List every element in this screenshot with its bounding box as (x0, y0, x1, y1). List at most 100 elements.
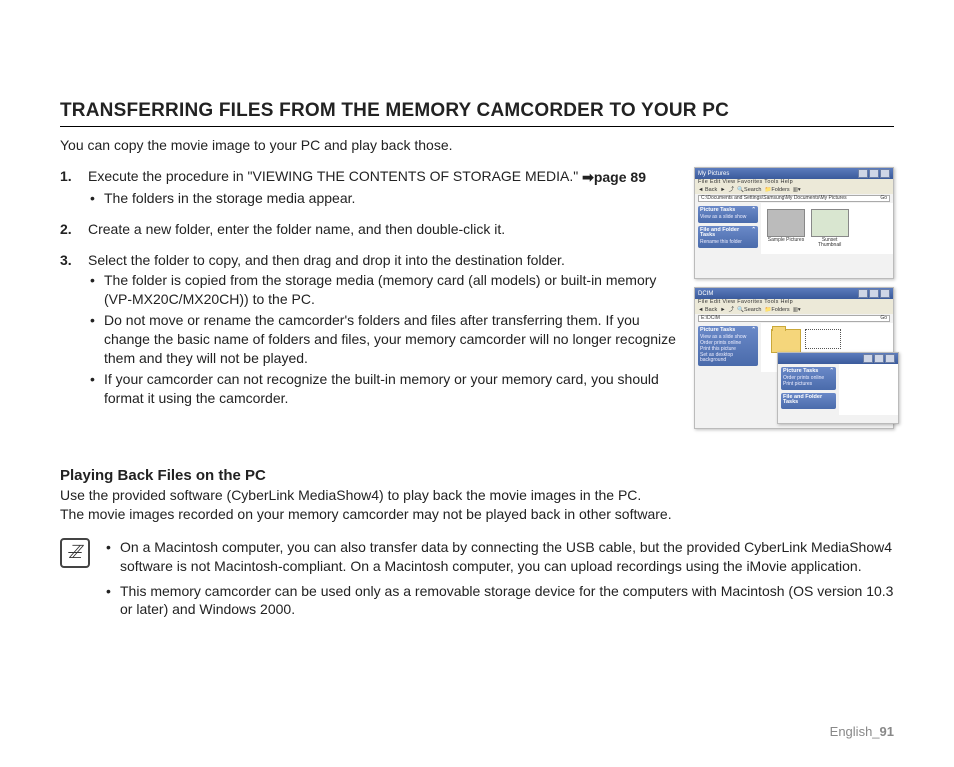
close-icon (885, 354, 895, 363)
collapse-icon: ⌃ (751, 328, 756, 334)
toolbar: ◄ Back ► ⤴ 🔍Search 📁Folders ▥▾ (695, 307, 893, 315)
manual-page: TRANSFERRING FILES FROM THE MEMORY CAMCO… (0, 0, 954, 665)
views-button: ▥▾ (793, 188, 801, 194)
window-titlebar: My Pictures (695, 168, 893, 179)
footer-label: English_ (830, 724, 880, 739)
folder-content: Sample Pictures Sunset Thumbnail (761, 203, 893, 254)
intro-line: The movie images recorded on your memory… (60, 506, 672, 522)
window-title: My Pictures (698, 171, 729, 177)
note-icon: ℤ (60, 538, 90, 568)
address-text: E:\DCIM (701, 316, 720, 321)
folder-icon (771, 329, 801, 353)
step-list: 1. Execute the procedure in "VIEWING THE… (60, 167, 682, 408)
step-number: 2. (60, 220, 72, 239)
panel-item: Print pictures (783, 382, 834, 388)
panel-title: Picture Tasks (700, 208, 735, 214)
menu-bar: File Edit View Favorites Tools Help (695, 299, 893, 307)
step-1-sub: The folders in the storage media appear. (88, 189, 682, 208)
picture-tasks-panel: Picture Tasks⌃ View as a slide show (698, 206, 758, 223)
note-block: ℤ On a Macintosh computer, you can also … (60, 538, 894, 626)
content-row: 1. Execute the procedure in "VIEWING THE… (60, 167, 894, 437)
minimize-icon (858, 169, 868, 178)
folder-content (839, 364, 898, 415)
maximize-icon (874, 354, 884, 363)
window-buttons (858, 289, 890, 298)
up-button: ⤴ (729, 188, 735, 194)
collapse-icon: ⌃ (829, 369, 834, 375)
page-footer: English_91 (830, 724, 894, 739)
note-list: On a Macintosh computer, you can also tr… (104, 538, 894, 626)
note-item: This memory camcorder can be used only a… (104, 582, 894, 620)
up-button: ⤴ (729, 308, 735, 314)
maximize-icon (869, 289, 879, 298)
search-button: 🔍Search (737, 188, 761, 194)
step-text: Create a new folder, enter the folder na… (88, 221, 505, 237)
step-number: 1. (60, 167, 72, 186)
intro-text: You can copy the movie image to your PC … (60, 137, 894, 153)
section-title: TRANSFERRING FILES FROM THE MEMORY CAMCO… (60, 100, 894, 127)
folder-tile: Sample Pictures (767, 209, 805, 243)
step-3: 3. Select the folder to copy, and then d… (60, 251, 682, 408)
minimize-icon (858, 289, 868, 298)
forward-button: ► (720, 308, 725, 314)
step-3-sub: The folder is copied from the storage me… (88, 271, 682, 407)
folders-button: 📁Folders (764, 188, 789, 194)
panel-title: File and Folder Tasks (700, 228, 751, 239)
picture-tasks-panel: Picture Tasks⌃ Order prints online Print… (781, 367, 836, 390)
screenshot-column: My Pictures File Edit View Favorites Too… (694, 167, 894, 437)
thumbnail-icon (811, 209, 849, 237)
window-titlebar (778, 353, 898, 364)
go-button: Go (880, 196, 887, 201)
forward-button: ► (720, 188, 725, 194)
panel-title: Picture Tasks (700, 328, 735, 334)
menu-bar: File Edit View Favorites Tools Help (695, 179, 893, 187)
address-text: C:\Documents and Settings\Samsung\My Doc… (701, 196, 847, 201)
toolbar: ◄ Back ► ⤴ 🔍Search 📁Folders ▥▾ (695, 187, 893, 195)
sub-item: Do not move or rename the camcorder's fo… (88, 311, 682, 368)
step-number: 3. (60, 251, 72, 270)
close-icon (880, 289, 890, 298)
file-folder-tasks-panel: File and Folder Tasks⌃ Rename this folde… (698, 226, 758, 248)
subsection-title: Playing Back Files on the PC (60, 467, 894, 484)
panel-item: Set as desktop background (700, 353, 756, 364)
tile-label: Sunset Thumbnail (818, 237, 841, 248)
sub-item: The folder is copied from the storage me… (88, 271, 682, 309)
subsection-intro: Use the provided software (CyberLink Med… (60, 486, 894, 524)
close-icon (880, 169, 890, 178)
sidebar: Picture Tasks⌃ View as a slide show File… (695, 203, 761, 254)
screenshot-dcim: DCIM File Edit View Favorites Tools Help… (694, 287, 894, 429)
screenshot-overlay: Picture Tasks⌃ Order prints online Print… (777, 352, 899, 424)
page-reference: ➡page 89 (582, 168, 646, 187)
panel-title: File and Folder Tasks (783, 395, 834, 406)
tile-label: Sample Pictures (768, 237, 804, 243)
address-bar: C:\Documents and Settings\Samsung\My Doc… (698, 195, 890, 202)
go-button: Go (880, 316, 887, 321)
folder-tile: Sunset Thumbnail (811, 209, 849, 248)
screenshot-my-pictures: My Pictures File Edit View Favorites Too… (694, 167, 894, 279)
file-folder-tasks-panel: File and Folder Tasks (781, 393, 836, 409)
intro-line: Use the provided software (CyberLink Med… (60, 487, 641, 503)
step-2: 2. Create a new folder, enter the folder… (60, 220, 682, 239)
search-button: 🔍Search (737, 308, 761, 314)
sidebar: Picture Tasks⌃ View as a slide show Orde… (695, 323, 761, 372)
sidebar: Picture Tasks⌃ Order prints online Print… (778, 364, 839, 415)
address-bar: E:\DCIM Go (698, 315, 890, 322)
text-column: 1. Execute the procedure in "VIEWING THE… (60, 167, 682, 437)
drag-ghost-icon (805, 329, 841, 349)
panel-item: Rename this folder (700, 240, 756, 246)
note-item: On a Macintosh computer, you can also tr… (104, 538, 894, 576)
collapse-icon: ⌃ (751, 228, 756, 239)
maximize-icon (869, 169, 879, 178)
panel-title: Picture Tasks (783, 369, 818, 375)
sub-item: The folders in the storage media appear. (88, 189, 682, 208)
window-buttons (858, 169, 890, 178)
step-1: 1. Execute the procedure in "VIEWING THE… (60, 167, 682, 208)
collapse-icon: ⌃ (751, 208, 756, 214)
minimize-icon (863, 354, 873, 363)
step-text: Execute the procedure in "VIEWING THE CO… (88, 168, 582, 184)
window-titlebar: DCIM (695, 288, 893, 299)
folders-button: 📁Folders (764, 308, 789, 314)
back-button: ◄ Back (698, 308, 717, 314)
window-title: DCIM (698, 291, 713, 297)
picture-tasks-panel: Picture Tasks⌃ View as a slide show Orde… (698, 326, 758, 366)
